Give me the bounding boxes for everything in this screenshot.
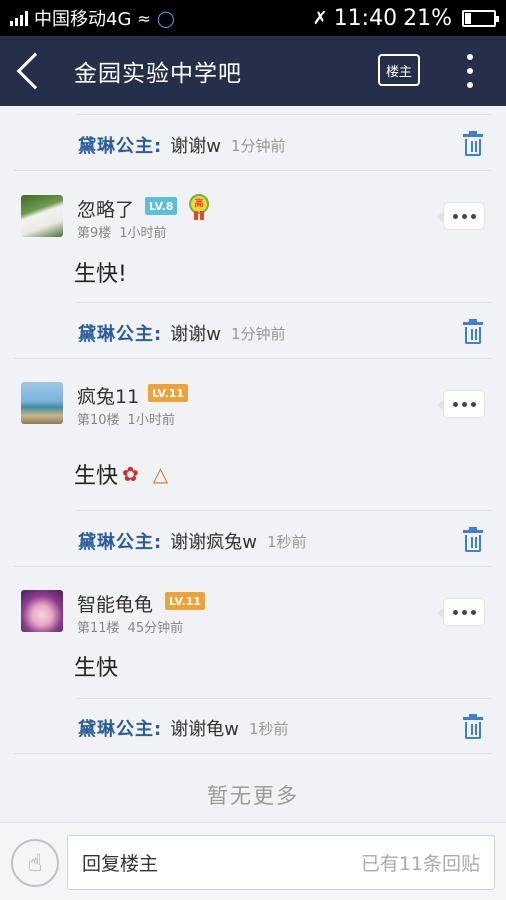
floor-reply[interactable]: 黛琳公主: 谢谢龟w 1秒前 [78,713,288,743]
post-meta: 第10楼 1小时前 [77,409,175,428]
post-text: 生快! [74,262,127,287]
reply-input[interactable]: 回复楼主 已有11条回贴 [67,835,495,890]
rose-emoji-icon: ✿ [122,462,139,486]
post-meta: 第9楼 1小时前 [77,222,167,241]
floor-reply[interactable]: 黛琳公主: 谢谢w 1分钟前 [78,318,285,348]
qq-icon: ◯ [156,8,175,28]
post-time: 1小时前 [119,226,167,241]
post-options-button[interactable] [437,598,485,626]
reply-author[interactable]: 黛琳公主: [78,715,162,741]
post-time: 1小时前 [127,413,175,428]
no-more-label: 暂无更多 [207,784,299,808]
trash-icon[interactable] [463,319,483,344]
divider [14,358,492,359]
trash-icon[interactable] [463,131,483,156]
floor-reply[interactable]: 黛琳公主: 谢谢疯兔w 1秒前 [78,526,306,556]
post-text: 生快 [74,464,119,489]
carrier-label: 中国移动4G [34,9,132,30]
divider [76,698,492,699]
level-badge: LV.11 [165,592,206,610]
reply-text: 谢谢w [170,324,221,345]
level-badge: LV.8 [145,197,178,215]
back-arrow-icon[interactable] [16,52,54,90]
divider [76,510,492,511]
post-username[interactable]: 忽略了 [77,195,134,222]
post-text: 生快 [74,656,119,681]
reply-time: 1秒前 [266,532,307,551]
reply-author[interactable]: 黛琳公主: [78,132,162,158]
medal-label: 高 [189,194,209,214]
thumbs-up-icon[interactable]: ☝ [11,839,59,887]
page-title: 金园实验中学吧 [74,61,242,87]
divider [14,566,492,567]
reply-text: 谢谢w [170,136,221,157]
reply-time: 1分钟前 [230,324,286,343]
floor-reply[interactable]: 黛琳公主: 谢谢w 1分钟前 [78,130,285,160]
app-header: 金园实验中学吧 楼主 [0,36,506,106]
signal-icon [10,10,28,26]
divider [14,170,492,171]
thread-content: 黛琳公主: 谢谢w 1分钟前 忽略了 LV.8 高 第9楼 1小时前 生快! 黛琳… [0,106,506,822]
avatar[interactable] [21,195,63,237]
reply-time: 1分钟前 [230,136,286,155]
post-options-button[interactable] [437,390,485,418]
reply-placeholder: 回复楼主 [82,853,159,875]
floor-number: 第9楼 [77,226,112,241]
trash-icon[interactable] [463,714,483,739]
battery-icon [462,9,499,27]
post-meta: 第11楼 45分钟前 [77,617,183,636]
medal-icon: 高 [188,194,210,220]
post-options-button[interactable] [437,202,485,230]
status-bar: 中国移动4G ≈ ◯ ✗ 11:40 21% [0,0,506,36]
avatar[interactable] [21,382,63,424]
level-badge: LV.11 [148,384,189,402]
divider [14,753,492,754]
floor-number: 第11楼 [77,621,120,636]
battery-percent: 21% [403,5,452,31]
more-menu-icon[interactable] [466,54,474,88]
reply-count: 已有11条回贴 [360,853,480,875]
clock: 11:40 [333,5,398,31]
trash-icon[interactable] [463,527,483,552]
reply-author[interactable]: 黛琳公主: [78,320,162,346]
mute-icon: ✗ [312,7,328,29]
reply-author[interactable]: 黛琳公主: [78,528,162,554]
divider [76,302,492,303]
floor-number: 第10楼 [77,413,120,428]
cake-emoji-icon: △ [152,462,169,486]
post-content: 生快 ✿ △ [74,458,168,490]
reply-time: 1秒前 [248,719,289,738]
post-time: 45分钟前 [127,621,184,636]
divider [76,114,492,115]
post-username[interactable]: 疯兔11 [77,382,139,409]
post-username[interactable]: 智能龟龟 [77,590,153,617]
reply-text: 谢谢龟w [170,719,239,740]
reply-text: 谢谢疯兔w [170,532,257,553]
wifi-icon: ≈ [137,8,151,28]
bottom-bar: ☝ 回复楼主 已有11条回贴 [0,822,506,900]
only-op-button[interactable]: 楼主 [378,54,420,86]
avatar[interactable] [21,590,63,632]
